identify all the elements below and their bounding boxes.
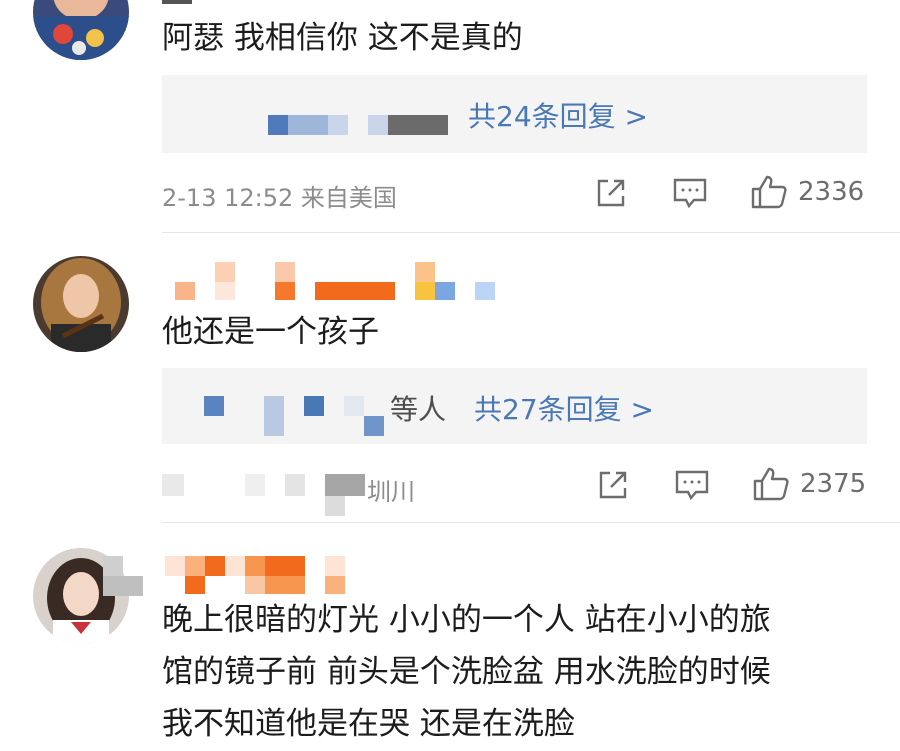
comment-button[interactable]	[672, 177, 708, 209]
pixelated-username	[205, 556, 225, 576]
pixelated-meta	[285, 474, 305, 496]
pixelated-username	[364, 416, 384, 436]
pixelated-username	[175, 282, 195, 300]
comment-meta: 2-13 12:52 来自美国	[162, 184, 397, 212]
comment-text: 他还是一个孩子	[162, 314, 379, 350]
pixelated-meta	[245, 474, 265, 496]
pixelated-avatar-overlay	[103, 556, 123, 576]
like-icon	[751, 175, 787, 209]
like-count: 2375	[800, 469, 867, 499]
pixelated-username	[328, 115, 348, 135]
pixelated-username	[185, 556, 205, 576]
like-icon	[753, 467, 789, 501]
divider	[162, 232, 900, 233]
pixelated-username	[215, 282, 235, 300]
comment-meta-fragment: 圳川	[367, 478, 415, 506]
pixelated-username	[245, 556, 265, 576]
avatar[interactable]	[33, 0, 129, 60]
pixelated-username	[204, 396, 224, 416]
pixelated-meta	[325, 496, 345, 516]
pixelated-username	[475, 282, 495, 300]
pixelated-meta	[162, 474, 184, 496]
pixelated-username	[415, 262, 435, 282]
comment-text-line: 馆的镜子前 前头是个洗脸盆 用水洗脸的时候	[162, 654, 771, 690]
comment-icon	[675, 470, 709, 501]
pixelated-username	[245, 576, 265, 594]
reply-count-link[interactable]: 共27条回复 >	[474, 388, 654, 428]
pixelated-username	[304, 396, 324, 416]
pixelated-username	[264, 396, 284, 436]
comment-text-line: 晚上很暗的灯光 小小的一个人 站在小小的旅	[162, 602, 771, 638]
pixelated-username	[225, 556, 245, 576]
share-button[interactable]	[594, 176, 628, 210]
reply-preview[interactable]: 共24条回复 >	[162, 75, 867, 153]
comment-text-line: 我不知道他是在哭 还是在洗脸	[162, 706, 575, 742]
username-bar[interactable]	[162, 0, 192, 4]
avatar[interactable]	[33, 256, 129, 352]
pixelated-username	[435, 282, 455, 300]
pixelated-username	[275, 262, 295, 282]
pixelated-username	[325, 576, 345, 594]
pixelated-username	[185, 576, 205, 594]
like-button[interactable]: 2375	[752, 466, 866, 502]
pixelated-username	[344, 396, 364, 416]
share-button[interactable]	[596, 468, 630, 502]
pixelated-username	[368, 115, 388, 135]
like-button[interactable]: 2336	[750, 174, 864, 210]
comment-text: 阿瑟 我相信你 这不是真的	[162, 20, 523, 56]
pixelated-username	[388, 115, 448, 135]
comment-button[interactable]	[674, 469, 710, 501]
share-icon	[599, 471, 627, 499]
like-count: 2336	[798, 177, 865, 207]
pixelated-username	[288, 115, 328, 135]
pixelated-username	[265, 556, 305, 576]
reply-prefix: 等人	[390, 393, 447, 426]
pixelated-username	[268, 115, 288, 135]
pixelated-meta	[325, 474, 365, 496]
pixelated-username	[315, 282, 395, 300]
pixelated-username	[325, 556, 345, 576]
reply-preview[interactable]: 等人 共27条回复 >	[162, 368, 867, 444]
comment-icon	[673, 178, 707, 209]
pixelated-username	[265, 576, 305, 594]
reply-count-link[interactable]: 共24条回复 >	[468, 95, 648, 135]
divider	[162, 522, 900, 523]
pixelated-username	[165, 556, 185, 576]
pixelated-username	[275, 282, 295, 300]
pixelated-username	[415, 282, 435, 300]
share-icon	[597, 179, 625, 207]
pixelated-username	[215, 262, 235, 282]
pixelated-avatar-overlay	[103, 576, 143, 596]
